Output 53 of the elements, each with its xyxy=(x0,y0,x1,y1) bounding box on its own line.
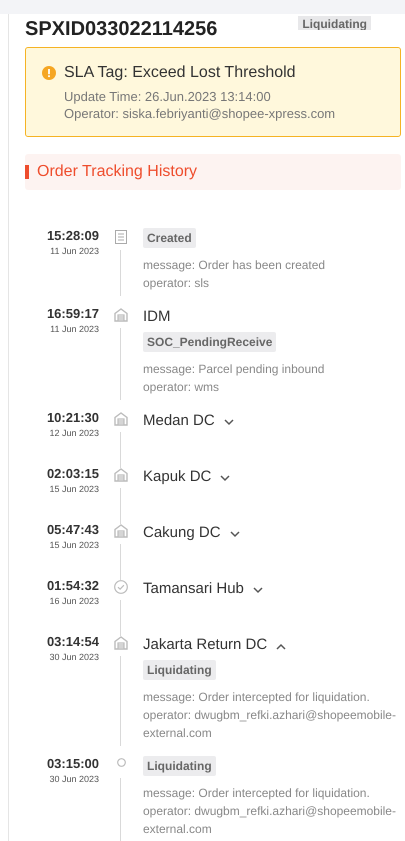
event-detail: operator: dwugbm_refki.azhari@shopeemobile-external.com xyxy=(143,707,397,742)
location-name: Jakarta Return DC xyxy=(143,634,268,655)
alert-detail: Operator: siska.febriyanti@shopee-xpress.com xyxy=(64,105,336,122)
chevron-up-icon[interactable] xyxy=(276,642,286,650)
status-tag: Created xyxy=(143,228,196,248)
event-time: 02:03:15 xyxy=(46,466,99,482)
warehouse-icon xyxy=(114,412,128,426)
location-name: Cakung DC xyxy=(143,522,221,543)
warehouse-icon xyxy=(114,468,128,482)
event-detail: message: Order intercepted for liquidation. xyxy=(143,689,371,706)
warning-icon xyxy=(42,66,56,80)
event-detail: operator: wms xyxy=(143,379,220,396)
event-time: 05:47:43 xyxy=(46,522,99,538)
chevron-down-icon[interactable] xyxy=(220,474,230,482)
event-time: 01:54:32 xyxy=(46,578,99,594)
event-time: 03:15:00 xyxy=(46,756,99,772)
event-detail: message: Parcel pending inbound xyxy=(143,361,326,378)
event-detail: message: Order has been created xyxy=(143,257,326,274)
section-title: Order Tracking History xyxy=(37,162,198,182)
warehouse-icon xyxy=(114,308,128,322)
event-date: 11 Jun 2023 xyxy=(49,245,99,258)
document-icon xyxy=(115,230,127,244)
location-name: IDM xyxy=(143,306,170,327)
event-time: 03:14:54 xyxy=(46,634,99,650)
event-date: 11 Jun 2023 xyxy=(49,323,99,336)
status-tag: Liquidating xyxy=(143,756,216,776)
alert-detail: Update Time: 26.Jun.2023 13:14:00 xyxy=(64,88,272,105)
event-date: 30 Jun 2023 xyxy=(48,773,99,786)
check-circle-icon xyxy=(114,580,128,594)
event-time: 15:28:09 xyxy=(46,228,99,244)
event-date: 15 Jun 2023 xyxy=(48,483,99,496)
chevron-down-icon[interactable] xyxy=(252,586,263,594)
event-date: 15 Jun 2023 xyxy=(48,539,99,552)
circle-icon xyxy=(116,758,126,767)
chevron-down-icon[interactable] xyxy=(224,418,234,426)
status-tag: Liquidating xyxy=(143,660,216,680)
status-tag: SOC_PendingReceive xyxy=(143,332,276,352)
event-date: 12 Jun 2023 xyxy=(48,427,99,440)
warehouse-icon xyxy=(114,524,128,538)
event-time: 16:59:17 xyxy=(46,306,99,322)
event-detail: operator: sls xyxy=(143,275,210,292)
event-detail: message: Order intercepted for liquidation. xyxy=(143,785,371,802)
location-name: Kapuk DC xyxy=(143,466,212,487)
warehouse-icon xyxy=(114,636,128,650)
event-time: 10:21:30 xyxy=(46,410,99,426)
event-detail: operator: dwugbm_refki.azhari@shopeemobile-external.com xyxy=(143,803,397,838)
location-name: Medan DC xyxy=(143,410,215,431)
event-date: 30 Jun 2023 xyxy=(48,651,99,664)
event-date: 16 Jun 2023 xyxy=(48,595,99,608)
chevron-down-icon[interactable] xyxy=(230,530,240,538)
order-id: SPXID033022114256 xyxy=(25,17,218,42)
alert-title: SLA Tag: Exceed Lost Threshold xyxy=(64,63,296,83)
location-name: Tamansari Hub xyxy=(143,578,244,599)
